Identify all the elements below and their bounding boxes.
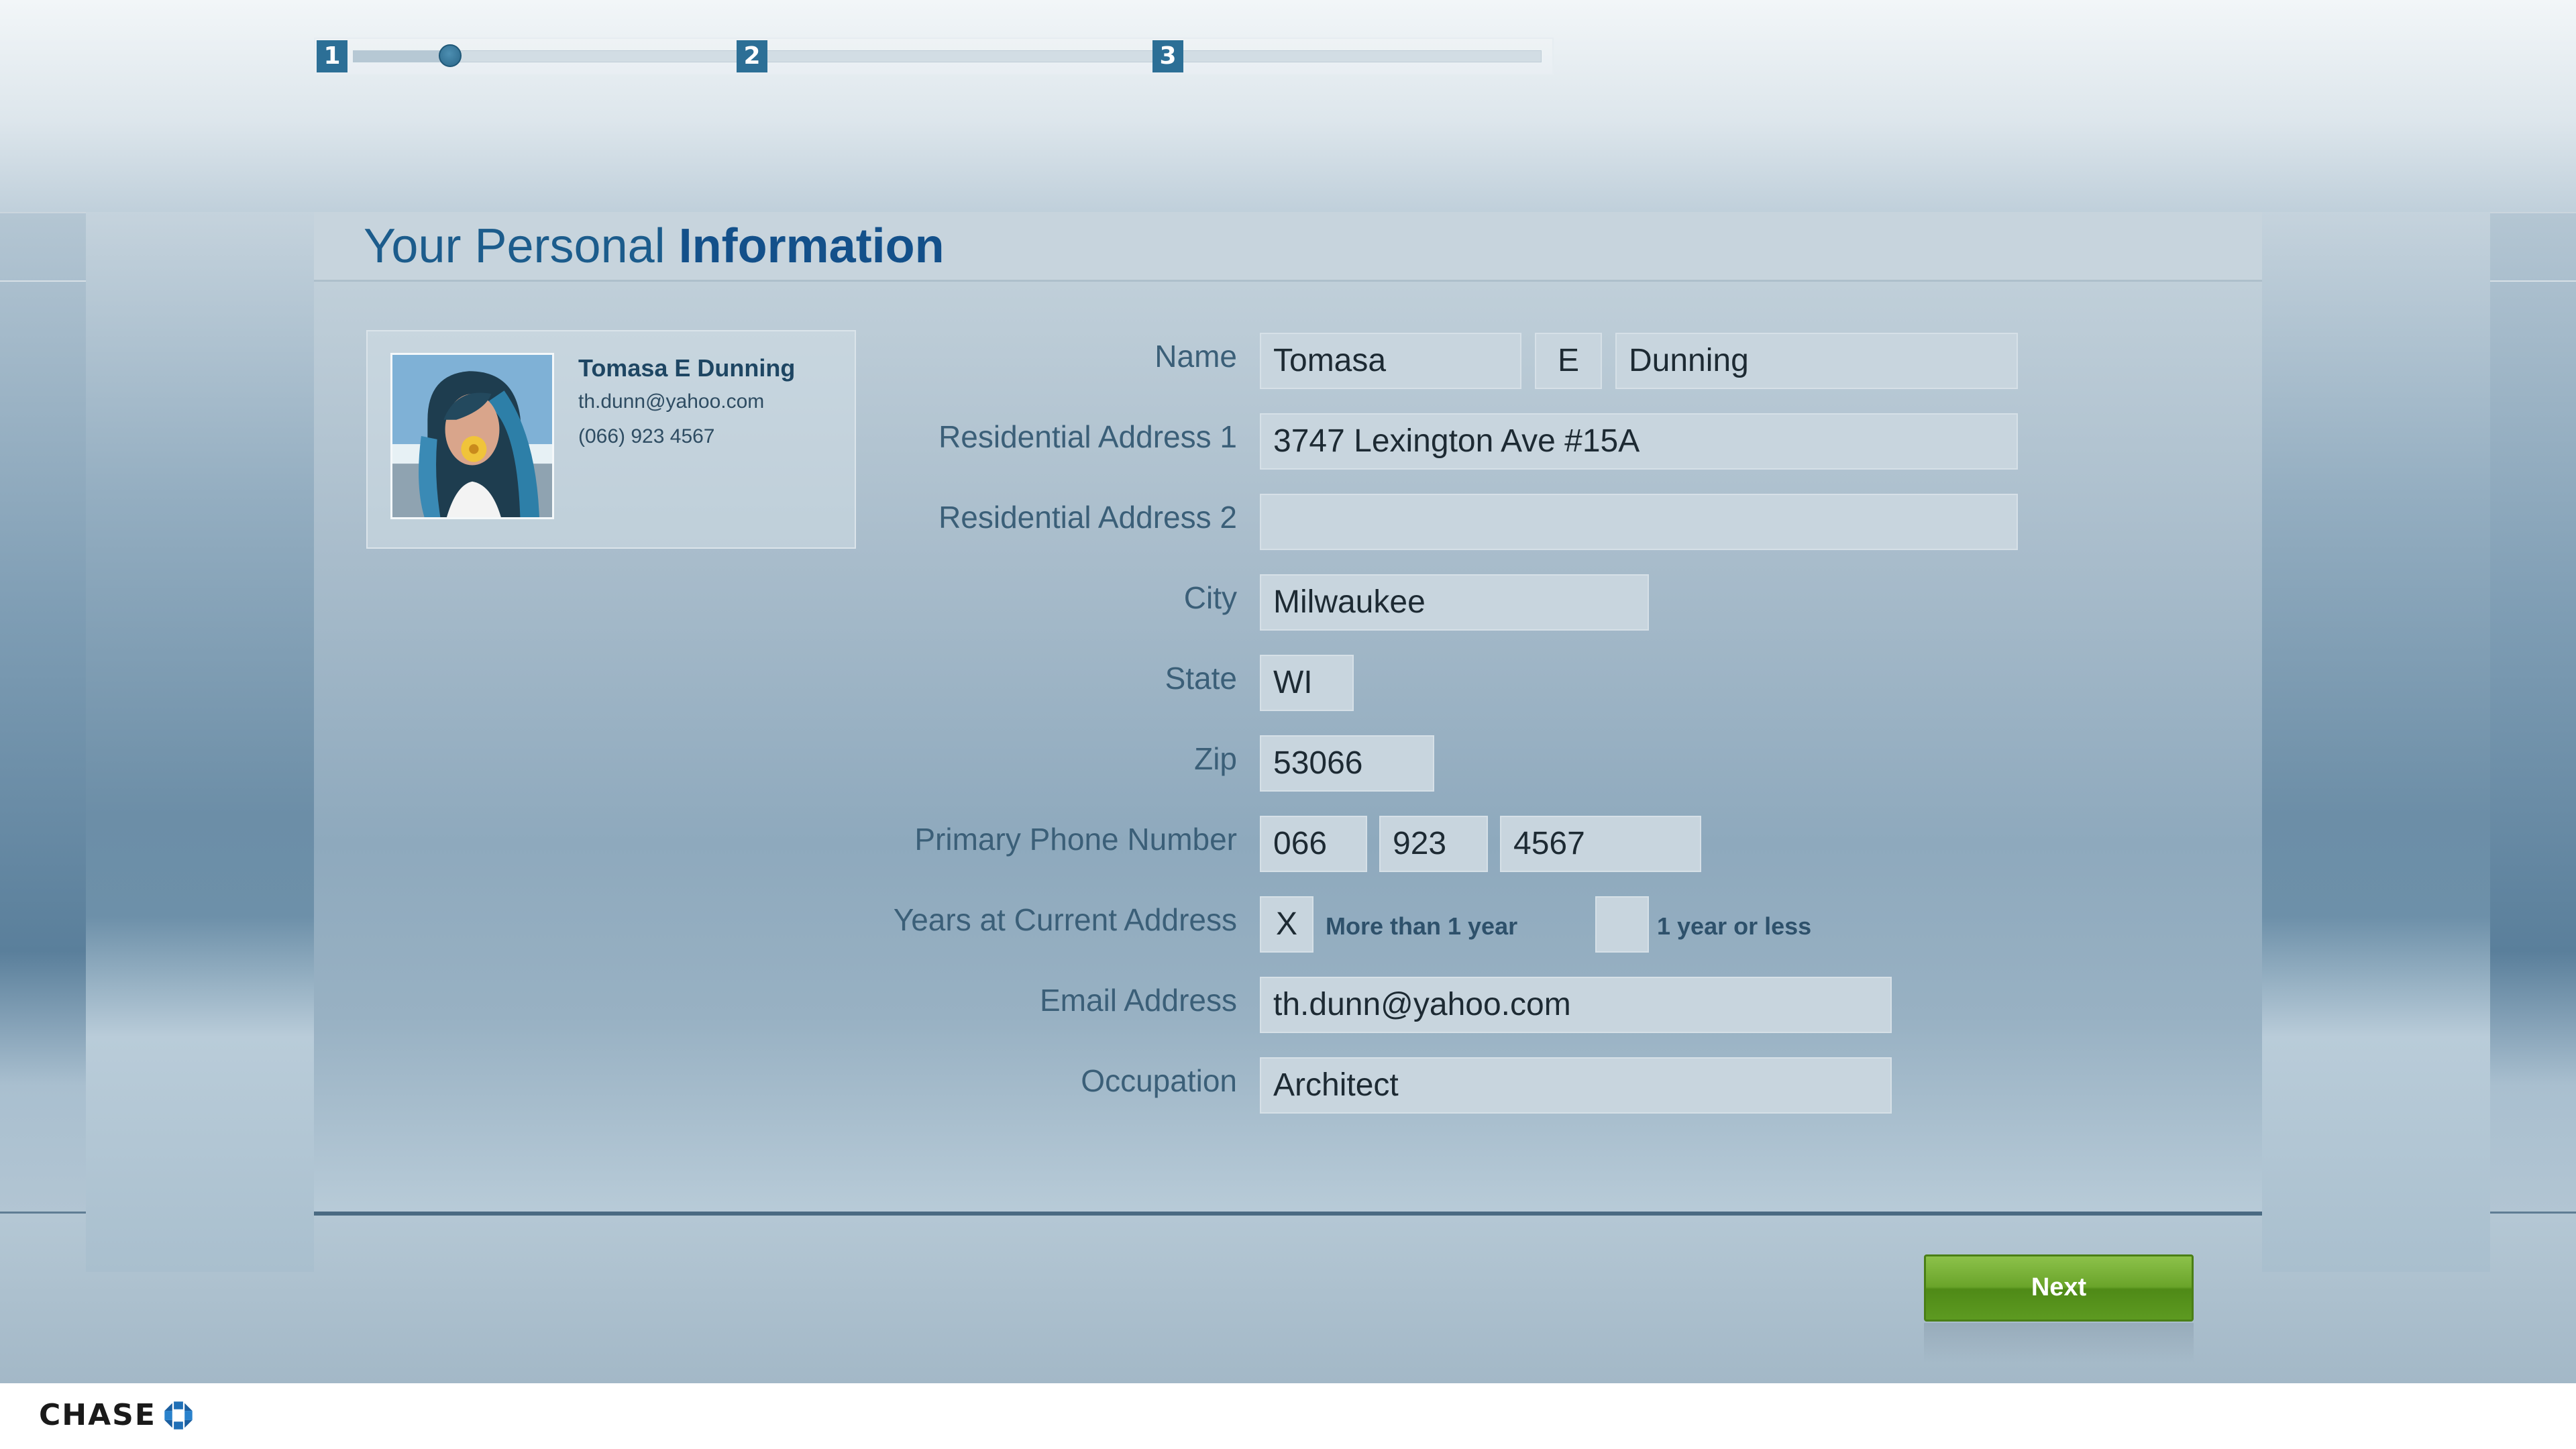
next-button-reflection xyxy=(1924,1323,2194,1363)
chase-logo: CHASE xyxy=(39,1398,194,1432)
left-side-wall xyxy=(86,212,314,1272)
email-label: Email Address xyxy=(1039,983,1237,1018)
page-title: Your Personal Information xyxy=(364,219,945,274)
right-wall-line xyxy=(2490,280,2576,282)
first-name-field[interactable]: Tomasa xyxy=(1260,333,1521,389)
chase-octagon-icon xyxy=(164,1401,193,1430)
progress-track xyxy=(353,50,1542,62)
phone-prefix-field[interactable]: 923 xyxy=(1379,816,1488,872)
state-label: State xyxy=(1165,661,1237,696)
panel-bottom-edge xyxy=(314,1212,2262,1216)
state-field[interactable]: WI xyxy=(1260,655,1354,711)
more-than-1-year-label: More than 1 year xyxy=(1326,912,1518,940)
name-label: Name xyxy=(1155,339,1237,374)
next-button[interactable]: Next xyxy=(1924,1254,2194,1322)
right-outer-wall xyxy=(2490,212,2576,1214)
address2-field[interactable] xyxy=(1260,494,2018,550)
personal-info-panel: Your Personal Information Tomasa E Dunni… xyxy=(314,212,2262,1216)
phone-label: Primary Phone Number xyxy=(914,822,1237,857)
city-field[interactable]: Milwaukee xyxy=(1260,574,1649,631)
last-name-field[interactable]: Dunning xyxy=(1615,333,2018,389)
email-field[interactable]: th.dunn@yahoo.com xyxy=(1260,977,1892,1033)
profile-card: Tomasa E Dunning th.dunn@yahoo.com (066)… xyxy=(366,330,856,549)
city-label: City xyxy=(1183,580,1237,615)
step-1-marker[interactable]: 1 xyxy=(317,40,347,72)
progress-knob[interactable] xyxy=(439,44,462,67)
left-outer-wall xyxy=(0,212,86,1214)
progress-stepper: 1 2 3 xyxy=(314,38,1554,75)
profile-email: th.dunn@yahoo.com xyxy=(578,390,765,413)
zip-field[interactable]: 53066 xyxy=(1260,735,1434,792)
panel-header: Your Personal Information xyxy=(314,212,2262,282)
phone-line-field[interactable]: 4567 xyxy=(1500,816,1701,872)
phone-area-field[interactable]: 066 xyxy=(1260,816,1367,872)
left-floor-line xyxy=(0,1212,86,1214)
address1-field[interactable]: 3747 Lexington Ave #15A xyxy=(1260,413,2018,470)
avatar xyxy=(390,353,554,519)
chase-wordmark: CHASE xyxy=(39,1398,156,1432)
right-floor-line xyxy=(2490,1212,2576,1214)
profile-phone: (066) 923 4567 xyxy=(578,425,715,447)
page-title-light: Your Personal xyxy=(364,219,665,273)
right-side-wall xyxy=(2262,212,2490,1272)
avatar-photo-icon xyxy=(392,355,552,517)
left-wall-line xyxy=(0,280,86,282)
occupation-label: Occupation xyxy=(1081,1063,1237,1098)
address1-label: Residential Address 1 xyxy=(938,419,1237,454)
profile-name: Tomasa E Dunning xyxy=(578,354,796,382)
years-at-address-label: Years at Current Address xyxy=(893,902,1237,937)
address2-label: Residential Address 2 xyxy=(938,500,1237,535)
page-title-bold: Information xyxy=(678,219,945,273)
middle-initial-field[interactable]: E xyxy=(1535,333,1602,389)
more-than-1-year-checkbox[interactable]: X xyxy=(1260,896,1313,953)
zip-label: Zip xyxy=(1194,741,1237,776)
app-background: 1 2 3 Your Personal Information Tomasa E… xyxy=(0,0,2576,1383)
1-year-or-less-label: 1 year or less xyxy=(1657,912,1812,940)
1-year-or-less-checkbox[interactable] xyxy=(1595,896,1649,953)
step-3-marker[interactable]: 3 xyxy=(1152,40,1183,72)
footer: CHASE xyxy=(0,1383,2576,1449)
step-2-marker[interactable]: 2 xyxy=(737,40,767,72)
occupation-field[interactable]: Architect xyxy=(1260,1057,1892,1114)
